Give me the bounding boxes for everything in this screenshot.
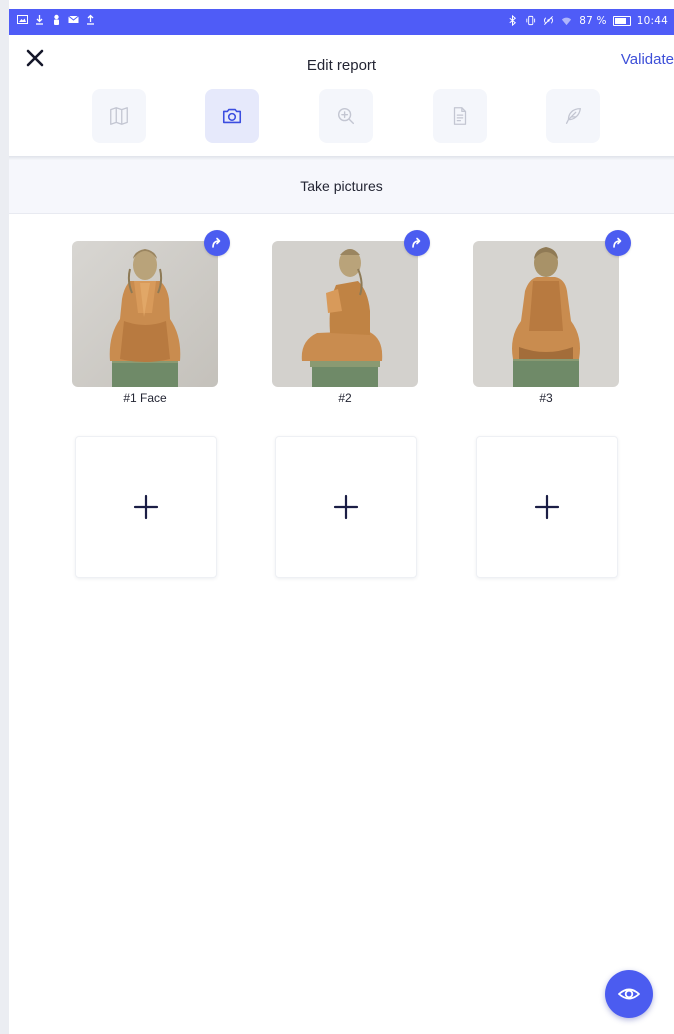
status-right-icons: 87 % 10:44 [507, 15, 668, 27]
statue-side-image [272, 241, 418, 387]
eye-icon [618, 988, 640, 1000]
plus-icon [534, 494, 560, 520]
download-icon [34, 14, 45, 25]
add-picture-button-3[interactable] [476, 436, 618, 578]
photo-label-2: #2 [338, 391, 352, 405]
app-frame: 87 % 10:44 Edit report Validate Take pic… [9, 0, 674, 1034]
bluetooth-icon [507, 15, 519, 27]
tab-document[interactable] [433, 89, 487, 143]
rotate-icon [412, 237, 421, 248]
document-icon [453, 107, 467, 125]
add-picture-button-2[interactable] [275, 436, 417, 578]
rotate-icon [212, 237, 221, 248]
status-time: 10:44 [636, 15, 668, 27]
person-icon [51, 14, 62, 25]
vibrate-icon [525, 15, 537, 27]
wifi-icon [561, 15, 573, 27]
status-left-icons [17, 14, 96, 25]
battery-icon [612, 16, 631, 26]
battery-percent: 87 % [579, 15, 607, 27]
rotate-icon [613, 237, 622, 248]
page-title: Edit report [306, 57, 377, 74]
statue-back-image [473, 241, 619, 387]
photo-label-1: #1 Face [123, 391, 167, 405]
plus-icon [333, 494, 359, 520]
photo-label-3: #3 [539, 391, 553, 405]
gallery-icon [17, 14, 28, 25]
section-title: Take pictures [300, 178, 383, 194]
rotate-button-1[interactable] [204, 230, 230, 256]
left-edge [0, 0, 9, 1034]
zoom-in-icon [337, 107, 355, 125]
book-icon [110, 107, 128, 125]
photo-thumbnail-3[interactable] [473, 241, 619, 387]
statue-front-image [72, 241, 218, 387]
header: Edit report Validate [9, 35, 674, 156]
photo-thumbnail-2[interactable] [272, 241, 418, 387]
validate-button[interactable]: Validate [621, 51, 674, 68]
camera-icon [222, 108, 242, 124]
tab-zoom[interactable] [319, 89, 373, 143]
preview-fab[interactable] [605, 970, 653, 1018]
tab-book[interactable] [92, 89, 146, 143]
status-bar: 87 % 10:44 [9, 9, 674, 35]
tab-camera[interactable] [205, 89, 259, 143]
plus-icon [133, 494, 159, 520]
upload-icon [85, 14, 96, 25]
tab-signature[interactable] [546, 89, 600, 143]
feather-icon [565, 108, 581, 124]
add-picture-button-1[interactable] [75, 436, 217, 578]
tab-row [9, 89, 674, 145]
photo-thumbnail-1[interactable] [72, 241, 218, 387]
section-header: Take pictures [9, 160, 674, 214]
mail-icon [68, 14, 79, 25]
hotspot-icon [543, 15, 555, 27]
rotate-button-2[interactable] [404, 230, 430, 256]
rotate-button-3[interactable] [605, 230, 631, 256]
